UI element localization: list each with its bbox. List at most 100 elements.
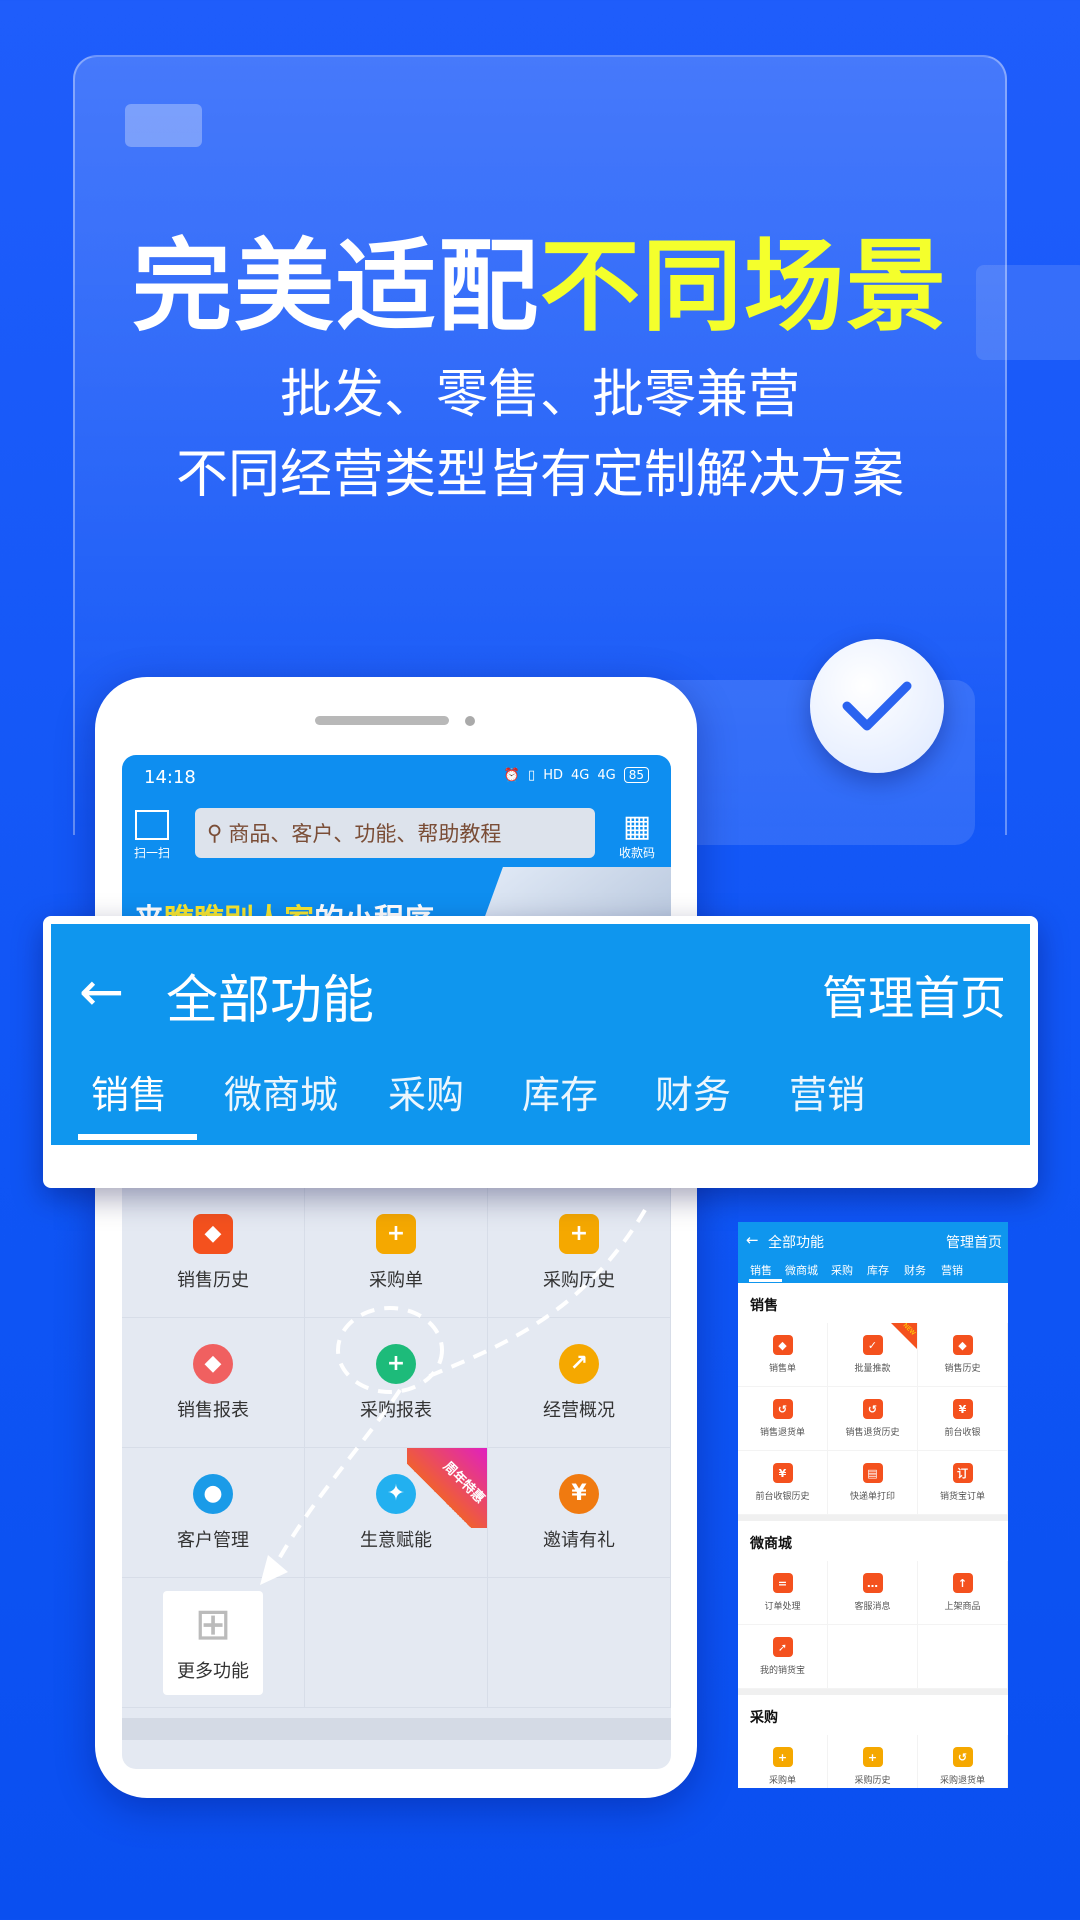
function-label: 前台收银 [944,1428,981,1438]
section-title: 销售 [750,1298,778,1314]
function-item [918,1625,1008,1689]
tab-item[interactable]: 微商城 [224,1064,338,1119]
function-item[interactable]: = 订单处理 [738,1561,828,1625]
scan-icon [135,810,169,840]
function-row: = 订单处理 … 客服消息 ↑ 上架商品 [738,1561,1008,1625]
tab-item[interactable]: 库存 [867,1262,889,1278]
more-functions-label: 更多功能 [177,1660,249,1682]
function-icon: 订 [952,1463,973,1483]
tab-item[interactable]: 营销 [941,1262,963,1278]
function-icon: ◆ [772,1335,793,1355]
back-button[interactable]: ← [79,960,124,1023]
function-item[interactable]: 订销货宝订单 [918,1451,1008,1515]
function-icon: ✓ [862,1335,883,1355]
phone-camera [465,716,475,726]
function-label: 采购退货单 [939,1776,985,1786]
panel-title: 全部功能 [768,1235,824,1251]
receive-code-label: 收款码 [618,846,655,860]
function-icon: ➚ [772,1637,793,1657]
panel-section: 销售 ◆ 销售单 ✓ 批量推款 NEW ◆ 销售历史 ↺ 销售退货单 ↺ 销售退货历史 ¥ 前台收银 ¥ 前台… [738,1283,1008,1521]
function-row: + 采购单 + 采购历史 ↺ 采购退货单 [738,1735,1008,1788]
function-icon: + [862,1747,883,1767]
user-icon: ● [193,1473,233,1514]
function-icon: ↺ [952,1747,973,1767]
tab-item[interactable]: 采购 [831,1262,853,1278]
search-input[interactable]: ⚲ 商品、客户、功能、帮助教程 [195,808,595,858]
section-title: 采购 [750,1710,778,1726]
tab-item[interactable]: 营销 [789,1064,865,1119]
function-item[interactable]: ↺ 采购退货单 [918,1735,1008,1788]
function-label: 销售退货历史 [845,1428,900,1438]
function-label: 客服消息 [854,1602,891,1612]
all-functions-header: ← 全部功能 管理首页 销售 微商城 采购 库存 财务 营销 [43,916,1038,1188]
function-item[interactable]: ◆ 销售历史 [918,1323,1008,1387]
alarm-icon: ⏰ [503,767,521,783]
tab-item[interactable]: 库存 [522,1064,598,1119]
function-item[interactable]: + 采购单 [738,1735,828,1788]
function-icon: ↺ [862,1399,883,1419]
function-item[interactable]: ✓ 批量推款 NEW [828,1322,918,1387]
tab-item[interactable]: 微商城 [785,1262,818,1278]
tag-clock-icon: ◆ [193,1213,233,1254]
function-label: 销货宝订单 [939,1492,985,1502]
function-item[interactable]: ▤ 快递单打印 [828,1451,918,1515]
grid-item-label: 客户管理 [177,1529,249,1551]
active-tab-indicator [78,1134,197,1140]
battery-icon: 85 [623,767,649,783]
function-icon: ↑ [952,1573,973,1593]
active-tab-indicator [749,1279,782,1282]
function-label: 前台收银历史 [755,1492,810,1502]
manage-home-link[interactable]: 管理首页 [946,1232,1002,1252]
function-item[interactable]: ➚ 我的销货宝 [738,1625,828,1689]
headline-highlight: 不同场景 [540,228,948,345]
headline: 完美适配不同场景 [0,205,1080,350]
vibrate-icon: ▯ [528,767,536,783]
function-label: 我的销货宝 [759,1666,805,1676]
function-label: 订单处理 [764,1602,801,1612]
tab-item[interactable]: 销售 [91,1064,167,1119]
manage-home-link[interactable]: 管理首页 [822,962,1006,1028]
function-item[interactable]: ↑ 上架商品 [918,1561,1008,1625]
grid-item-label: 销售历史 [177,1269,249,1291]
tab-item[interactable]: 财务 [904,1262,926,1278]
dashed-arrow [260,1208,647,1585]
function-row: ➚ 我的销货宝 [738,1625,1008,1689]
search-icon: ⚲ [207,821,223,845]
function-label: 采购单 [768,1776,796,1786]
function-row: ↺ 销售退货单 ↺ 销售退货历史 ¥ 前台收银 [738,1387,1008,1451]
receive-code-button[interactable]: ▦ 收款码 [613,810,661,861]
status-time: 14:18 [144,767,196,788]
function-icon: ¥ [772,1463,793,1483]
tab-item[interactable]: 销售 [750,1262,772,1278]
more-functions-button[interactable]: ⊞ 更多功能 [163,1590,263,1695]
function-item[interactable]: ↺ 销售退货历史 [828,1387,918,1451]
function-icon: ▤ [862,1463,883,1483]
function-row: ◆ 销售单 ✓ 批量推款 NEW ◆ 销售历史 [738,1322,1008,1387]
function-row: ¥ 前台收银历史 ▤ 快递单打印 订销货宝订单 [738,1451,1008,1515]
back-button[interactable]: ← [746,1231,759,1249]
tab-item[interactable]: 财务 [655,1064,731,1119]
4g-signal-icon: 4G [571,767,590,783]
tab-item[interactable]: 采购 [388,1064,464,1119]
grid-icon: ⊞ [194,1598,232,1650]
function-item[interactable]: ¥ 前台收银 [918,1387,1008,1451]
status-icons: ⏰ ▯ HD 4G 4G 85 [504,767,649,783]
function-icon: ↺ [772,1399,793,1419]
search-placeholder: 商品、客户、功能、帮助教程 [228,822,502,846]
function-label: 上架商品 [944,1602,981,1612]
decorative-tag [125,104,202,147]
function-item[interactable]: + 采购历史 [828,1735,918,1788]
scan-button[interactable]: 扫一扫 [132,810,172,861]
function-label: 采购历史 [854,1776,891,1786]
function-item[interactable]: … 客服消息 [828,1561,918,1625]
function-item[interactable]: ◆ 销售单 [738,1323,828,1387]
4g-signal-icon: 4G [597,767,616,783]
checkmark-icon [810,639,944,773]
all-functions-panel: ← 全部功能 管理首页 销售 微商城 采购 库存 财务 营销 销售 ◆ 销售单 ✓ 批量推款 NEW… [738,1222,1008,1788]
function-icon: … [862,1573,883,1593]
function-item[interactable]: ¥ 前台收银历史 [738,1451,828,1515]
hd-icon: HD [543,767,563,783]
function-icon: ¥ [952,1399,973,1419]
function-item[interactable]: ↺ 销售退货单 [738,1387,828,1451]
section-title: 微商城 [750,1536,792,1552]
